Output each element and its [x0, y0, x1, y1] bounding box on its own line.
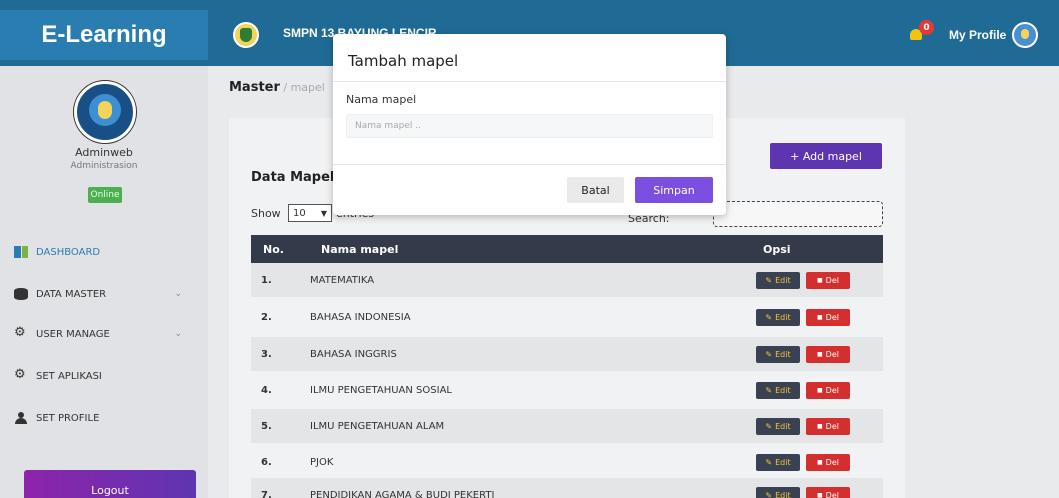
- row-name: MATEMATIKA: [310, 275, 375, 286]
- delete-button[interactable]: Del: [806, 382, 850, 399]
- database-icon: [14, 288, 28, 300]
- column-header-no[interactable]: No.: [263, 243, 284, 256]
- edit-button[interactable]: Edit: [756, 418, 800, 435]
- sidebar-item-set-aplikasi[interactable]: SET APLIKASI: [14, 366, 194, 386]
- delete-button[interactable]: Del: [806, 272, 850, 289]
- sidebar-item-user-manage[interactable]: USER MANAGE ⌄: [14, 324, 194, 344]
- card-title: Data Mapel: [251, 170, 335, 185]
- nama-mapel-input[interactable]: Nama mapel ..: [346, 114, 713, 138]
- sidebar-item-data-master[interactable]: DATA MASTER ⌄: [14, 284, 194, 304]
- row-number: 7.: [261, 490, 272, 498]
- sidebar-item-set-profile[interactable]: SET PROFILE: [14, 408, 194, 428]
- user-avatar-icon: [74, 81, 136, 143]
- gear-icon: [14, 325, 28, 340]
- profile-avatar-icon: [1012, 22, 1039, 48]
- row-number: 1.: [261, 275, 272, 286]
- table-row: 4. ILMU PENGETAHUAN SOSIAL Edit Del: [251, 373, 883, 407]
- modal-divider: [333, 81, 726, 82]
- entries-select-value: 10: [293, 207, 306, 219]
- search-input[interactable]: [713, 201, 883, 227]
- sidebar-item-label: DATA MASTER: [36, 288, 107, 300]
- user-icon: [14, 412, 28, 424]
- row-name: ILMU PENGETAHUAN SOSIAL: [310, 385, 452, 396]
- sidebar-item-label: DASHBOARD: [36, 246, 101, 258]
- sidebar-item-label: SET PROFILE: [36, 412, 100, 424]
- brand-logo[interactable]: E-Learning: [0, 10, 208, 60]
- delete-button[interactable]: Del: [806, 454, 850, 471]
- breadcrumb-sub: mapel: [290, 81, 325, 94]
- gears-icon: [14, 367, 28, 382]
- column-header-name[interactable]: Nama mapel: [321, 243, 398, 256]
- breadcrumb-main[interactable]: Master: [229, 80, 280, 95]
- breadcrumb: Master / mapel: [229, 80, 325, 95]
- table-row: 7. PENDIDIKAN AGAMA & BUDI PEKERTI Edit …: [251, 478, 883, 498]
- row-name: ILMU PENGETAHUAN ALAM: [310, 421, 445, 432]
- show-label: Show: [251, 207, 281, 220]
- sidebar-item-label: SET APLIKASI: [36, 370, 102, 382]
- notification-badge: 0: [919, 20, 934, 35]
- column-header-opsi: Opsi: [763, 243, 791, 256]
- notification-bell[interactable]: 0: [908, 20, 934, 43]
- chevron-down-icon: ▼: [320, 208, 327, 218]
- chevron-down-icon: ⌄: [174, 329, 182, 339]
- save-button[interactable]: Simpan: [635, 177, 713, 203]
- sidebar: Adminweb Administrasion Online DASHBOARD…: [0, 66, 208, 498]
- edit-button[interactable]: Edit: [756, 382, 800, 399]
- school-logo-icon: [233, 22, 259, 48]
- chevron-down-icon: ⌄: [174, 289, 182, 299]
- row-number: 6.: [261, 457, 272, 468]
- edit-button[interactable]: Edit: [756, 272, 800, 289]
- entries-select[interactable]: 10 ▼: [288, 204, 332, 222]
- breadcrumb-separator: /: [279, 81, 291, 94]
- profile-label: My Profile: [949, 28, 1007, 42]
- edit-button[interactable]: Edit: [756, 346, 800, 363]
- row-number: 3.: [261, 349, 272, 360]
- delete-button[interactable]: Del: [806, 309, 850, 326]
- user-name: Adminweb: [75, 146, 133, 159]
- sidebar-item-label: USER MANAGE: [36, 328, 110, 340]
- edit-button[interactable]: Edit: [756, 454, 800, 471]
- cancel-button[interactable]: Batal: [567, 177, 624, 203]
- user-role: Administrasion: [70, 161, 138, 171]
- sidebar-item-dashboard[interactable]: DASHBOARD: [14, 242, 194, 262]
- edit-button[interactable]: Edit: [756, 309, 800, 326]
- add-mapel-button[interactable]: + Add mapel: [770, 143, 882, 169]
- row-number: 2.: [261, 312, 272, 323]
- profile-menu[interactable]: My Profile: [949, 22, 1039, 48]
- delete-button[interactable]: Del: [806, 346, 850, 363]
- logout-button[interactable]: Logout: [24, 470, 196, 498]
- nama-mapel-label: Nama mapel: [346, 93, 417, 106]
- table-header: No. Nama mapel Opsi: [251, 235, 883, 263]
- table-row: 1. MATEMATIKA Edit Del: [251, 263, 883, 297]
- table-row: 5. ILMU PENGETAHUAN ALAM Edit Del: [251, 409, 883, 443]
- row-number: 4.: [261, 385, 272, 396]
- delete-button[interactable]: Del: [806, 418, 850, 435]
- modal-divider: [333, 164, 726, 165]
- delete-button[interactable]: Del: [806, 487, 850, 498]
- table-row: 6. PJOK Edit Del: [251, 445, 883, 479]
- row-name: BAHASA INDONESIA: [310, 312, 411, 323]
- add-mapel-modal: Tambah mapel Nama mapel Nama mapel .. Ba…: [333, 34, 726, 215]
- row-name: BAHASA INGGRIS: [310, 349, 397, 360]
- dashboard-icon: [14, 246, 28, 258]
- row-name: PJOK: [310, 457, 334, 468]
- table-row: 3. BAHASA INGGRIS Edit Del: [251, 337, 883, 371]
- edit-button[interactable]: Edit: [756, 487, 800, 498]
- table-row: 2. BAHASA INDONESIA Edit Del: [251, 300, 883, 334]
- modal-title: Tambah mapel: [348, 52, 459, 70]
- row-name: PENDIDIKAN AGAMA & BUDI PEKERTI: [310, 490, 495, 498]
- status-badge: Online: [88, 187, 122, 203]
- row-number: 5.: [261, 421, 272, 432]
